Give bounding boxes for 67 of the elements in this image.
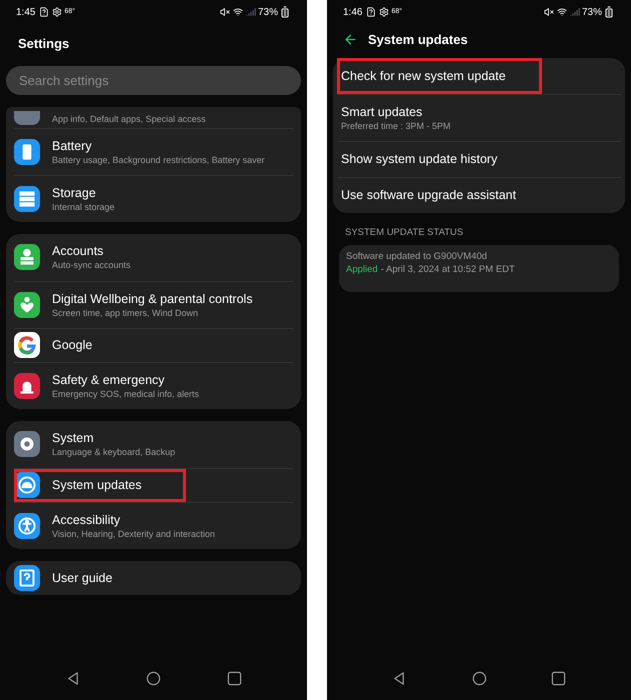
item-title: Smart updates bbox=[341, 104, 424, 120]
battery-percent: 73% bbox=[258, 6, 278, 20]
battery-percent: 73% bbox=[582, 6, 602, 20]
status-text: Software updated to G900VM40d bbox=[346, 250, 488, 263]
item-title: Use software upgrade assistant bbox=[341, 187, 518, 203]
settings-item[interactable]: Accessibility Vision, Hearing, Dexterity and interaction bbox=[14, 502, 293, 548]
status-label: Applied bbox=[346, 262, 378, 276]
clock: 1:45 bbox=[16, 6, 36, 20]
item-subtitle: Language & keyboard, Backup bbox=[52, 446, 176, 458]
item-title: Safety & emergency bbox=[52, 372, 166, 388]
item-subtitle: Internal storage bbox=[52, 200, 115, 212]
page-title: System updates bbox=[368, 31, 468, 49]
settings-item[interactable]: Show system update history bbox=[337, 140, 621, 176]
item-subtitle: Screen time, app timers, Wind Down bbox=[52, 306, 200, 318]
wifi-icon bbox=[556, 7, 567, 17]
settings-item[interactable]: Digital Wellbeing & parental controls Screen time, app timers, Wind Down bbox=[14, 280, 293, 328]
item-title: Google bbox=[52, 337, 92, 353]
item-subtitle: Auto-sync accounts bbox=[52, 259, 131, 271]
settings-item[interactable]: Use software upgrade assistant bbox=[337, 176, 621, 212]
battery-icon bbox=[279, 6, 291, 18]
item-title: System updates bbox=[52, 477, 142, 493]
page-title: Settings bbox=[17, 35, 70, 53]
item-title: Storage bbox=[52, 184, 97, 200]
recents-icon[interactable] bbox=[226, 670, 242, 686]
settings-item[interactable]: Storage Internal storage bbox=[14, 174, 293, 222]
section-header: SYSTEM UPDATE STATUS bbox=[344, 226, 464, 240]
item-title: Accessibility bbox=[52, 512, 122, 528]
settings-item[interactable]: System Language & keyboard, Backup bbox=[14, 420, 293, 468]
battery-icon bbox=[603, 6, 615, 18]
settings-item[interactable]: Smart updates Preferred time : 3PM - 5PM bbox=[337, 94, 621, 140]
item-subtitle: Emergency SOS, medical info, alerts bbox=[52, 388, 200, 400]
item-title: Show system update history bbox=[341, 151, 498, 167]
item-subtitle: Preferred time : 3PM - 5PM bbox=[341, 120, 452, 132]
settings-item[interactable]: User guide bbox=[14, 560, 293, 594]
item-title: Battery bbox=[52, 138, 93, 154]
home-icon[interactable] bbox=[146, 670, 161, 686]
settings-item[interactable]: App info, Default apps, Special access bbox=[14, 106, 293, 128]
file-icon bbox=[39, 7, 50, 17]
settings-icon bbox=[379, 7, 390, 17]
signal-icon bbox=[246, 7, 256, 17]
clock: 1:46 bbox=[343, 6, 362, 20]
item-subtitle: App info, Default apps, Special access bbox=[52, 112, 206, 124]
search-field[interactable]: Search settings bbox=[6, 66, 301, 94]
item-title: User guide bbox=[52, 570, 112, 586]
back-icon[interactable] bbox=[66, 670, 80, 686]
signal-icon bbox=[570, 7, 580, 17]
settings-item[interactable]: Check for new system update bbox=[337, 58, 621, 94]
wifi-icon bbox=[232, 7, 243, 17]
settings-icon bbox=[52, 7, 62, 17]
back-icon[interactable] bbox=[392, 670, 407, 686]
item-title: Check for new system update bbox=[341, 68, 507, 84]
settings-item[interactable]: Accounts Auto-sync accounts bbox=[14, 234, 293, 280]
recents-icon[interactable] bbox=[551, 670, 566, 686]
home-icon[interactable] bbox=[472, 670, 486, 686]
mute-icon bbox=[544, 7, 554, 17]
settings-item[interactable]: System updates bbox=[14, 468, 293, 502]
settings-item[interactable]: Google bbox=[14, 328, 293, 362]
settings-item[interactable]: Safety & emergency Emergency SOS, medical info, alerts bbox=[14, 362, 293, 408]
file-icon bbox=[366, 7, 376, 17]
item-subtitle: Battery usage, Background restrictions, Battery saver bbox=[52, 154, 265, 166]
mute-icon bbox=[220, 7, 230, 17]
status-detail: - April 3, 2024 at 10:52 PM EDT bbox=[380, 262, 515, 276]
item-subtitle: Vision, Hearing, Dexterity and interaction bbox=[52, 528, 215, 540]
settings-item[interactable]: Battery Battery usage, Background restrictions, Battery saver bbox=[14, 128, 293, 174]
item-title: Accounts bbox=[52, 243, 104, 259]
item-title: System bbox=[52, 430, 95, 446]
item-title: Digital Wellbeing & parental controls bbox=[52, 290, 253, 306]
